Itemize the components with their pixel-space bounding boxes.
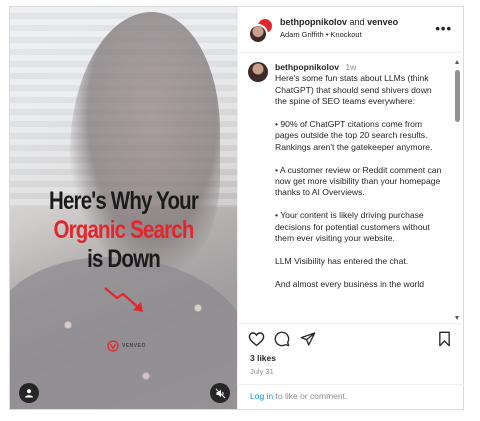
like-count[interactable]: 3 likes <box>250 353 276 363</box>
caption-text: bethpopnikolov 1w Here's some fun stats … <box>275 62 445 301</box>
headline-line-2: Organic Search <box>53 216 194 244</box>
scroll-down-icon[interactable] <box>455 316 459 320</box>
post-date: July 31 <box>250 367 274 376</box>
author-names: bethpopnikolov and venveo <box>280 17 398 28</box>
scroll-up-icon[interactable] <box>455 60 459 64</box>
login-link[interactable]: Log in <box>250 391 273 401</box>
caption-scroll-area[interactable]: bethpopnikolov 1w Here's some fun stats … <box>238 54 464 322</box>
headline-line-1: Here's Why Your <box>48 187 199 215</box>
caption-paragraph: And almost every business in the world <box>275 278 425 289</box>
media-headline: Here's Why Your Organic Search is Down <box>30 187 216 274</box>
post-media[interactable]: Here's Why Your Organic Search is Down V… <box>10 7 237 409</box>
headline-line-3: is Down <box>87 245 161 273</box>
caption-paragraph: • Your content is likely driving purchas… <box>275 210 430 244</box>
login-prompt-text: to like or comment. <box>273 391 348 401</box>
login-prompt: Log in to like or comment. <box>238 384 464 409</box>
muted-speaker-icon <box>215 388 225 398</box>
trend-down-arrow-icon <box>104 287 143 312</box>
mute-toggle-button[interactable] <box>210 383 230 403</box>
caption-username[interactable]: bethpopnikolov <box>275 62 339 72</box>
heart-icon[interactable] <box>248 331 265 347</box>
bookmark-icon[interactable] <box>438 331 451 347</box>
brand-logo: VENVEO <box>107 340 146 352</box>
scrollbar-thumb[interactable] <box>455 70 460 122</box>
instagram-post-embed: Here's Why Your Organic Search is Down V… <box>9 6 464 410</box>
collab-avatars[interactable] <box>248 17 276 45</box>
venveo-logo-icon <box>107 340 119 352</box>
caption-paragraph: LLM Visibility has entered the chat. <box>275 255 409 266</box>
post-header: bethpopnikolov and venveo Adam Griffith … <box>238 7 464 53</box>
collaborator-link[interactable]: venveo <box>367 17 398 27</box>
caption-paragraph: • A customer review or Reddit comment ca… <box>275 164 442 198</box>
avatar-bethpopnikolov[interactable] <box>248 24 268 44</box>
post-details-panel: bethpopnikolov and venveo Adam Griffith … <box>237 7 464 409</box>
caption-paragraph: • 90% of ChatGPT citations come from pag… <box>275 119 433 152</box>
audio-attribution[interactable]: Adam Griffith • Knockout <box>280 30 362 39</box>
tagged-users-button[interactable] <box>19 383 39 403</box>
caption-time: 1w <box>345 62 357 72</box>
caption-paragraph: Here's some fun stats about LLMs (think … <box>275 73 432 107</box>
comment-icon[interactable] <box>274 331 290 347</box>
user-icon <box>25 389 33 398</box>
share-icon[interactable] <box>300 331 316 347</box>
more-options-icon[interactable]: ••• <box>435 21 452 36</box>
caption-avatar[interactable] <box>248 62 268 82</box>
caption-scrollbar[interactable] <box>455 60 460 320</box>
brand-name: VENVEO <box>122 343 146 349</box>
author-joiner: and <box>349 17 365 27</box>
author-link[interactable]: bethpopnikolov <box>280 17 347 27</box>
